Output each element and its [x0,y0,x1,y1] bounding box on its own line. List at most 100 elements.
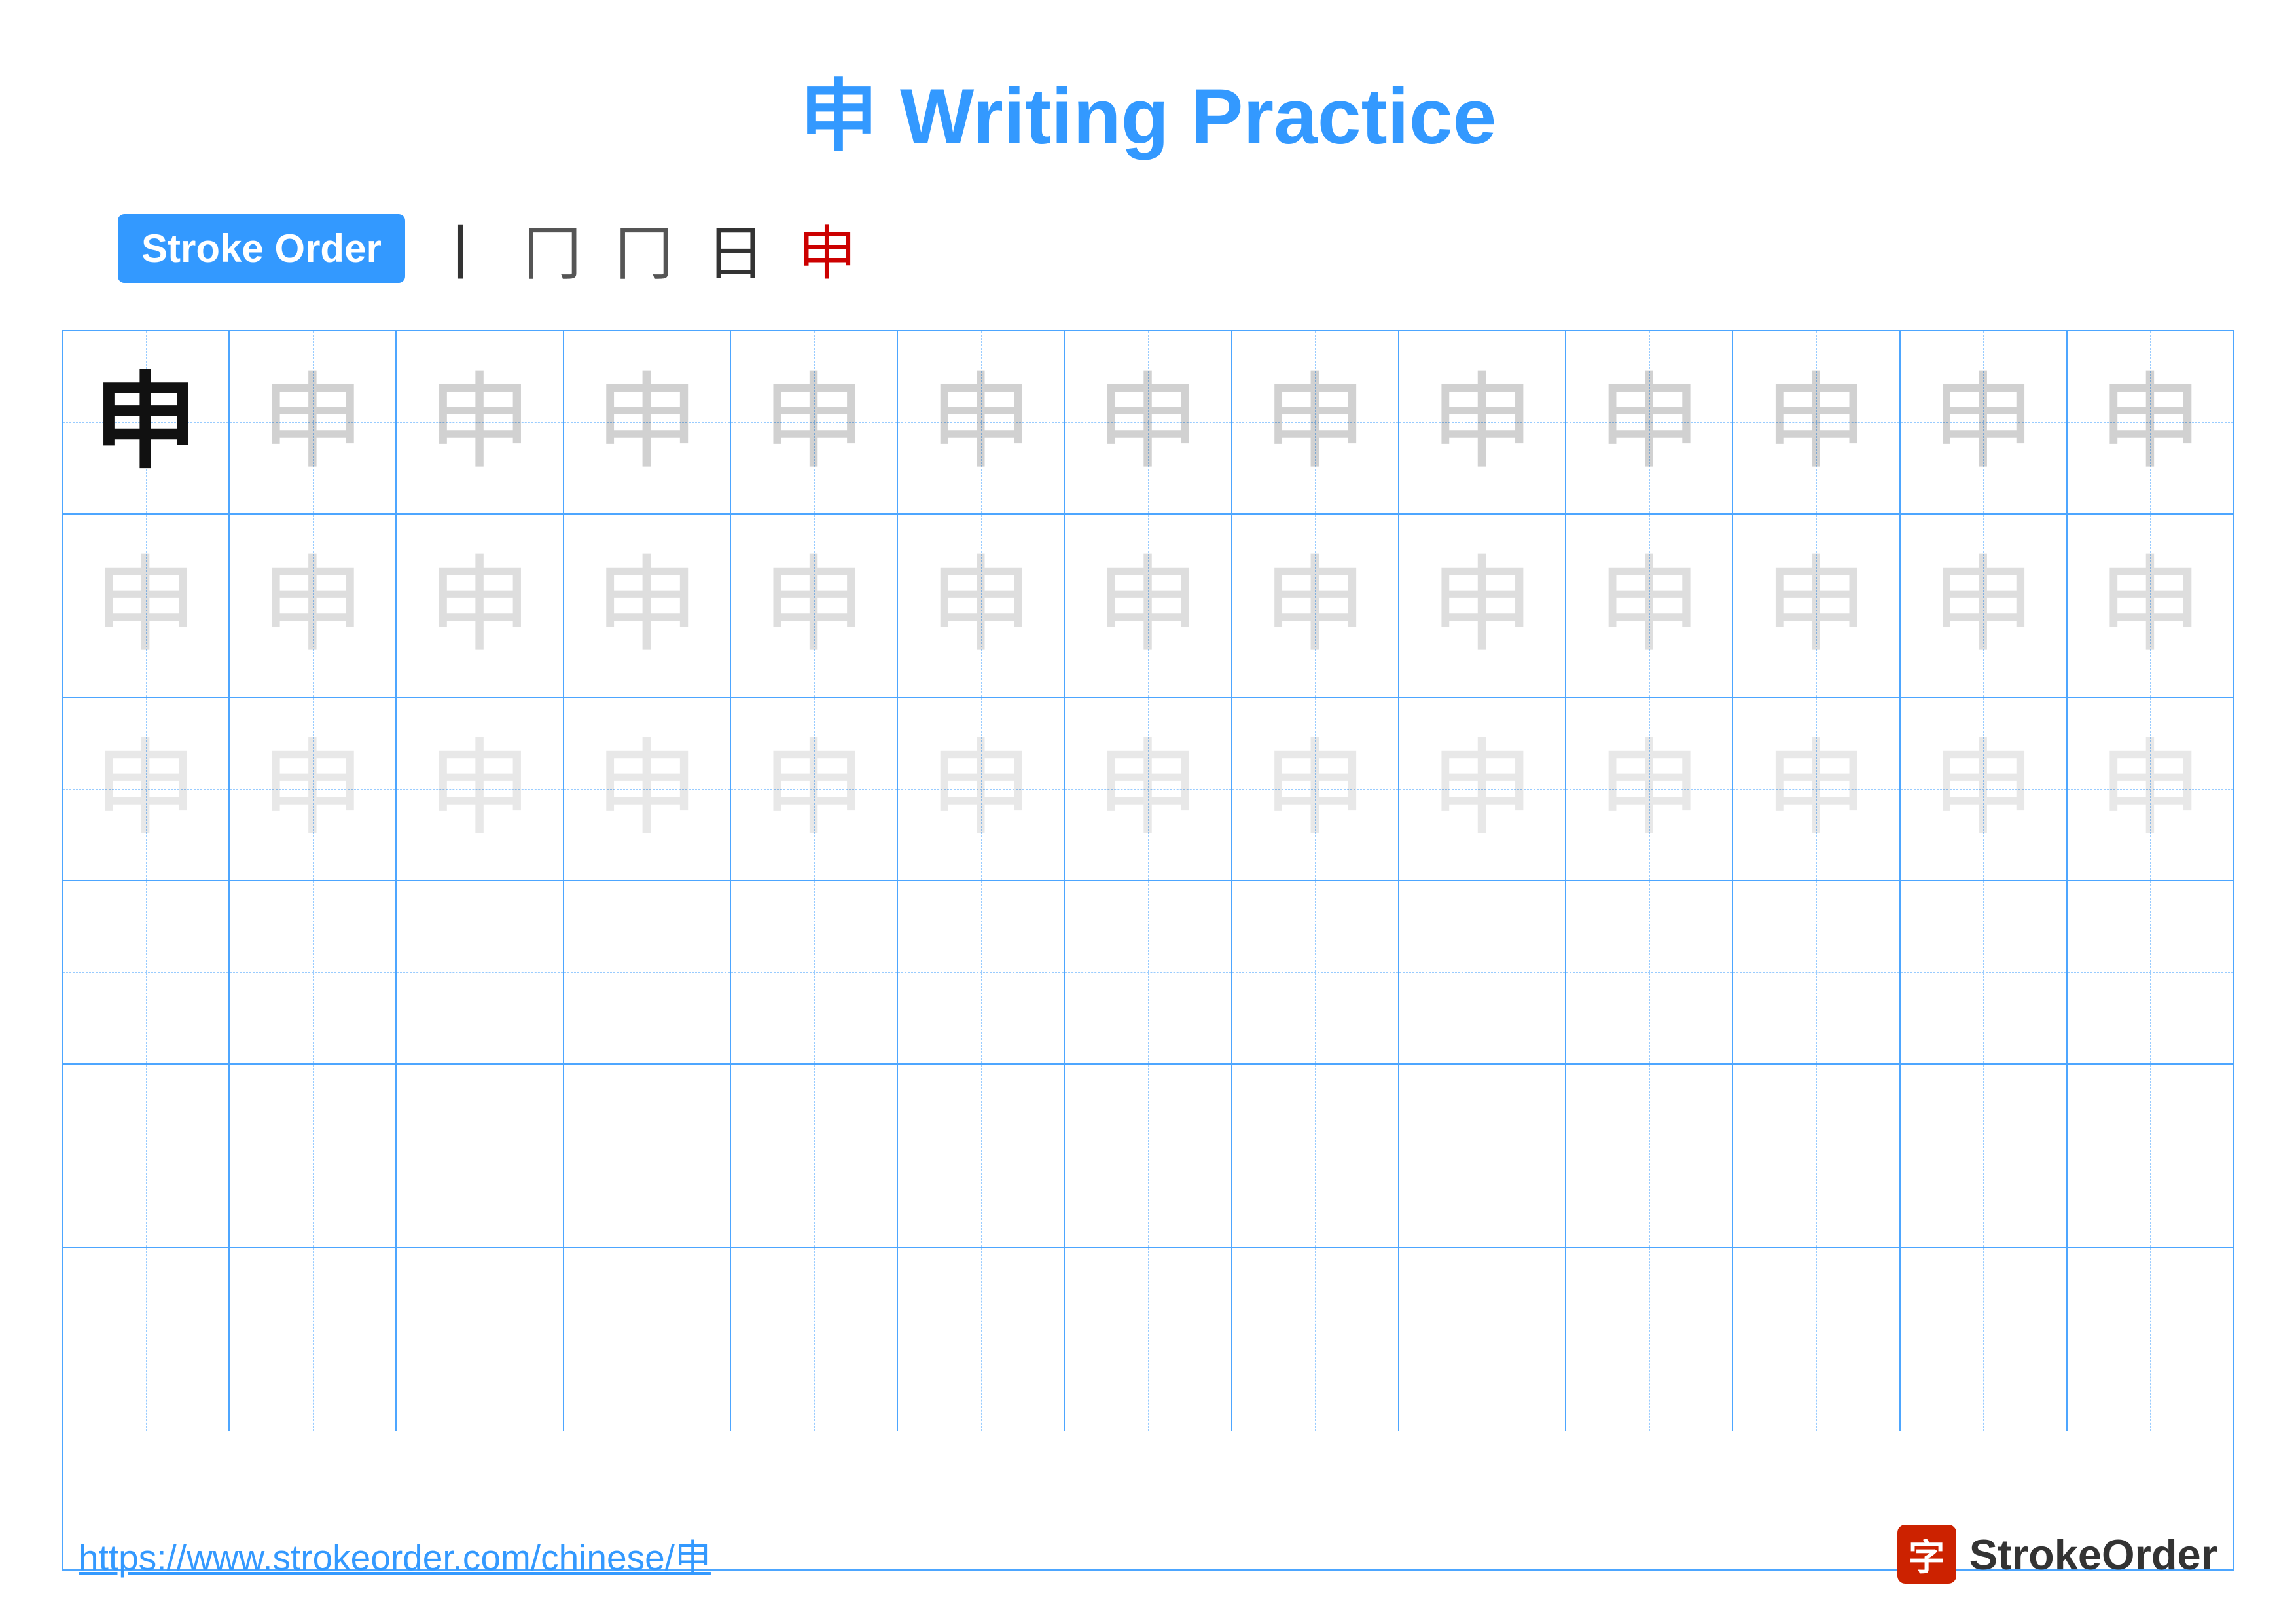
grid-cell-5-9[interactable] [1399,1065,1566,1247]
grid-cell-6-12[interactable] [1901,1248,2068,1431]
grid-cell-6-7[interactable] [1065,1248,1232,1431]
grid-cell-4-7[interactable] [1065,881,1232,1063]
grid-row-2: 申 申 申 申 申 申 申 申 申 申 申 申 申 [63,515,2233,698]
grid-cell-2-7[interactable]: 申 [1065,515,1232,697]
grid-cell-3-5[interactable]: 申 [731,698,898,880]
grid-cell-1-4[interactable]: 申 [564,331,731,513]
grid-cell-1-9[interactable]: 申 [1399,331,1566,513]
grid-row-1: 申 申 申 申 申 申 申 申 申 申 申 申 申 [63,331,2233,515]
grid-cell-6-11[interactable] [1733,1248,1900,1431]
grid-cell-5-3[interactable] [397,1065,564,1247]
grid-cell-1-12[interactable]: 申 [1901,331,2068,513]
grid-cell-2-3[interactable]: 申 [397,515,564,697]
stroke-step-1: 丨 [431,206,490,291]
logo-icon: 字 [1897,1525,1956,1584]
grid-cell-6-8[interactable] [1232,1248,1399,1431]
grid-cell-5-8[interactable] [1232,1065,1399,1247]
grid-cell-1-3[interactable]: 申 [397,331,564,513]
stroke-step-4: 日 [706,206,765,291]
grid-row-4 [63,881,2233,1065]
grid-cell-5-4[interactable] [564,1065,731,1247]
grid-cell-5-6[interactable] [898,1065,1065,1247]
grid-cell-6-10[interactable] [1566,1248,1733,1431]
grid-cell-3-9[interactable]: 申 [1399,698,1566,880]
grid-cell-3-13[interactable]: 申 [2068,698,2233,880]
grid-cell-4-4[interactable] [564,881,731,1063]
footer-logo: 字 StrokeOrder [1897,1525,2217,1584]
grid-cell-2-5[interactable]: 申 [731,515,898,697]
grid-cell-2-1[interactable]: 申 [63,515,230,697]
grid-cell-6-3[interactable] [397,1248,564,1431]
stroke-step-5: 申 [798,206,857,291]
grid-cell-5-1[interactable] [63,1065,230,1247]
grid-cell-2-2[interactable]: 申 [230,515,397,697]
grid-cell-6-6[interactable] [898,1248,1065,1431]
grid-cell-1-11[interactable]: 申 [1733,331,1900,513]
grid-cell-5-10[interactable] [1566,1065,1733,1247]
page-title: 申 Writing Practice [800,52,1497,166]
grid-cell-1-7[interactable]: 申 [1065,331,1232,513]
grid-cell-3-7[interactable]: 申 [1065,698,1232,880]
grid-cell-3-10[interactable]: 申 [1566,698,1733,880]
footer-url[interactable]: https://www.strokeorder.com/chinese/申 [79,1528,711,1580]
stroke-order-section: Stroke Order 丨 冂 冂 日 申 [118,206,857,291]
grid-cell-4-13[interactable] [2068,881,2233,1063]
grid-cell-4-5[interactable] [731,881,898,1063]
grid-cell-1-13[interactable]: 申 [2068,331,2233,513]
grid-cell-5-11[interactable] [1733,1065,1900,1247]
grid-cell-3-12[interactable]: 申 [1901,698,2068,880]
grid-row-3: 申 申 申 申 申 申 申 申 申 申 申 申 申 [63,698,2233,881]
footer: https://www.strokeorder.com/chinese/申 字 … [79,1525,2217,1584]
grid-cell-2-8[interactable]: 申 [1232,515,1399,697]
stroke-order-badge: Stroke Order [118,214,405,283]
grid-cell-1-5[interactable]: 申 [731,331,898,513]
practice-grid: 申 申 申 申 申 申 申 申 申 申 申 申 申 申 申 申 申 申 申 申 … [62,330,2234,1571]
grid-cell-3-8[interactable]: 申 [1232,698,1399,880]
grid-cell-6-9[interactable] [1399,1248,1566,1431]
grid-cell-6-2[interactable] [230,1248,397,1431]
stroke-steps: 丨 冂 冂 日 申 [431,206,857,291]
grid-cell-2-11[interactable]: 申 [1733,515,1900,697]
grid-cell-3-6[interactable]: 申 [898,698,1065,880]
char-solid: 申 [94,370,198,475]
grid-cell-3-2[interactable]: 申 [230,698,397,880]
grid-cell-5-7[interactable] [1065,1065,1232,1247]
grid-cell-2-4[interactable]: 申 [564,515,731,697]
grid-cell-4-8[interactable] [1232,881,1399,1063]
grid-cell-1-8[interactable]: 申 [1232,331,1399,513]
grid-cell-6-5[interactable] [731,1248,898,1431]
grid-cell-2-6[interactable]: 申 [898,515,1065,697]
grid-cell-1-2[interactable]: 申 [230,331,397,513]
grid-cell-2-12[interactable]: 申 [1901,515,2068,697]
logo-text: StrokeOrder [1969,1530,2217,1579]
grid-cell-4-1[interactable] [63,881,230,1063]
grid-row-6 [63,1248,2233,1431]
grid-cell-5-13[interactable] [2068,1065,2233,1247]
grid-row-5 [63,1065,2233,1248]
grid-cell-5-12[interactable] [1901,1065,2068,1247]
grid-cell-4-2[interactable] [230,881,397,1063]
page: 申 Writing Practice Stroke Order 丨 冂 冂 日 … [0,0,2296,1623]
grid-cell-4-3[interactable] [397,881,564,1063]
grid-cell-3-1[interactable]: 申 [63,698,230,880]
grid-cell-6-1[interactable] [63,1248,230,1431]
grid-cell-3-3[interactable]: 申 [397,698,564,880]
grid-cell-3-4[interactable]: 申 [564,698,731,880]
grid-cell-2-9[interactable]: 申 [1399,515,1566,697]
grid-cell-4-6[interactable] [898,881,1065,1063]
grid-cell-2-10[interactable]: 申 [1566,515,1733,697]
grid-cell-2-13[interactable]: 申 [2068,515,2233,697]
stroke-step-3: 冂 [615,206,673,291]
grid-cell-4-12[interactable] [1901,881,2068,1063]
grid-cell-1-10[interactable]: 申 [1566,331,1733,513]
grid-cell-6-4[interactable] [564,1248,731,1431]
grid-cell-4-11[interactable] [1733,881,1900,1063]
grid-cell-4-10[interactable] [1566,881,1733,1063]
grid-cell-1-6[interactable]: 申 [898,331,1065,513]
grid-cell-3-11[interactable]: 申 [1733,698,1900,880]
grid-cell-6-13[interactable] [2068,1248,2233,1431]
grid-cell-5-5[interactable] [731,1065,898,1247]
grid-cell-1-1[interactable]: 申 [63,331,230,513]
grid-cell-5-2[interactable] [230,1065,397,1247]
grid-cell-4-9[interactable] [1399,881,1566,1063]
